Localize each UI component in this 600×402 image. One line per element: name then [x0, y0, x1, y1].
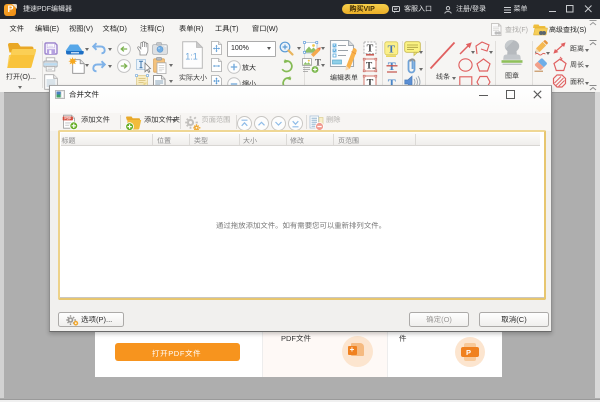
svg-text:T: T	[366, 62, 373, 72]
svg-text:T: T	[388, 44, 396, 56]
svg-text:1:1: 1:1	[185, 52, 198, 62]
svg-text:PDF: PDF	[64, 116, 71, 120]
svg-text:T: T	[367, 44, 374, 55]
